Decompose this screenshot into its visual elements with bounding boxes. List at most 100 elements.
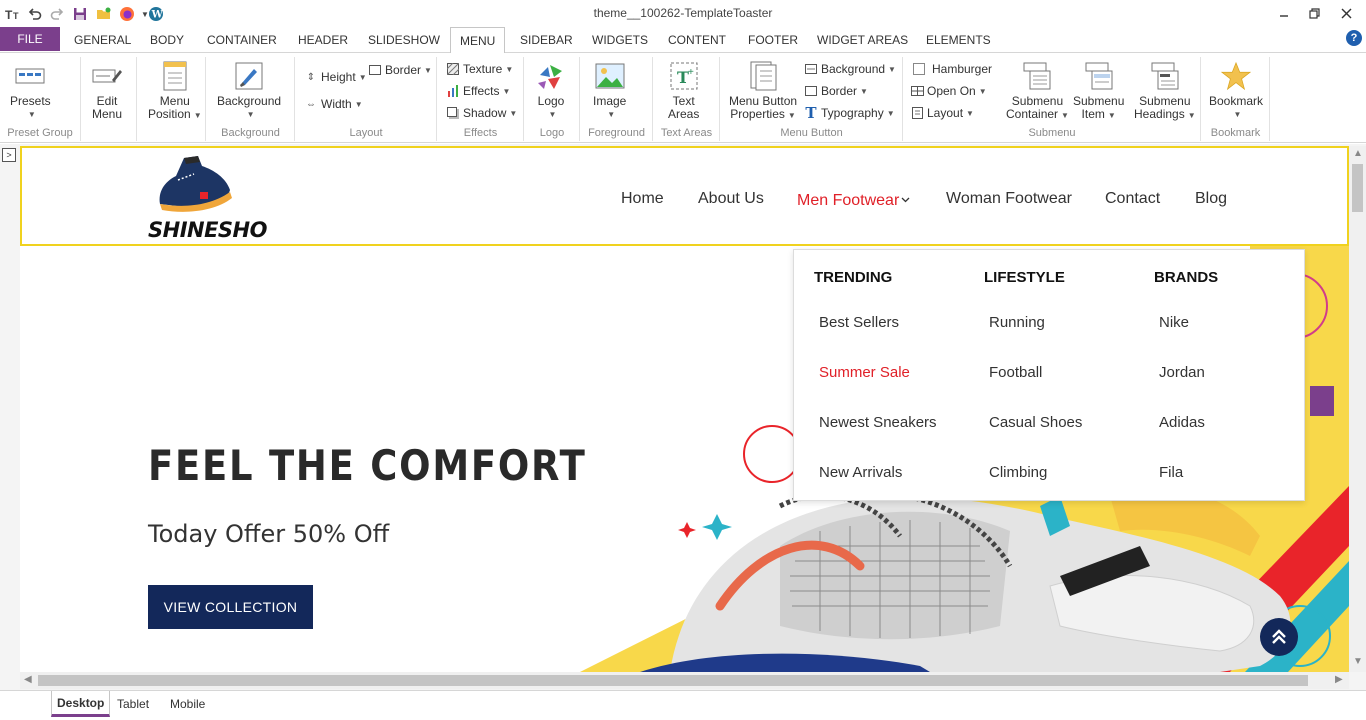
view-collection-button[interactable]: VIEW COLLECTION — [148, 585, 313, 629]
menu-button-background-button[interactable]: Background ▼ — [804, 62, 896, 76]
scroll-up-icon[interactable]: ▲ — [1353, 148, 1363, 159]
nav-men-footwear[interactable]: Men Footwear — [797, 190, 910, 210]
tab-widget-areas[interactable]: WIDGET AREAS — [808, 27, 917, 53]
scroll-down-icon[interactable]: ▼ — [1353, 656, 1363, 667]
border-icon — [368, 63, 382, 77]
group-submenu: Hamburger Open On ▼ Layout ▼ Submenu Conta… — [904, 57, 1201, 141]
tab-desktop-view[interactable]: Desktop — [51, 691, 111, 717]
mega-menu-item[interactable]: New Arrivals — [819, 464, 902, 481]
hero-subtitle: Today Offer 50% Off — [148, 520, 390, 548]
mega-menu-item[interactable]: Climbing — [989, 464, 1047, 481]
image-icon — [595, 61, 625, 91]
tab-general[interactable]: GENERAL — [65, 27, 140, 53]
tab-mobile-view[interactable]: Mobile — [165, 691, 210, 717]
firefox-icon[interactable] — [118, 5, 136, 23]
text-areas-icon: T + — [669, 61, 699, 91]
redo-icon[interactable] — [48, 5, 66, 23]
height-icon: ⇕ — [306, 71, 316, 83]
edit-menu-button[interactable]: Edit Menu — [92, 61, 122, 121]
panel-expand-icon[interactable]: > — [2, 148, 16, 162]
tab-content[interactable]: CONTENT — [659, 27, 735, 53]
edit-menu-label-2: Menu — [92, 107, 123, 121]
group-preset: Presets ▼ Preset Group — [0, 57, 81, 141]
submenu-container-button[interactable]: Submenu Container ▼ — [1006, 61, 1069, 122]
tab-container[interactable]: CONTAINER — [198, 27, 286, 53]
tab-slideshow[interactable]: SLIDESHOW — [359, 27, 449, 53]
save-icon[interactable] — [71, 5, 89, 23]
mega-menu-item[interactable]: Best Sellers — [819, 314, 899, 331]
scroll-left-icon[interactable]: ◀ — [24, 674, 32, 685]
menu-button-border-button[interactable]: Border ▼ — [804, 84, 868, 98]
mega-menu-item[interactable]: Running — [989, 314, 1045, 331]
star-icon — [1221, 61, 1252, 91]
nav-woman-footwear[interactable]: Woman Footwear — [946, 190, 1072, 208]
layout-icon — [910, 106, 924, 120]
dropdown-arrow-icon: ▼ — [548, 110, 557, 119]
group-label: Preset Group — [7, 127, 73, 139]
restore-icon[interactable] — [1300, 2, 1328, 24]
horizontal-scroll-thumb[interactable] — [38, 675, 1308, 686]
texture-icon — [446, 62, 460, 76]
minimize-icon[interactable] — [1270, 2, 1298, 24]
mega-menu-item[interactable]: Newest Sneakers — [819, 414, 937, 431]
submenu-container-icon — [1022, 61, 1052, 91]
texture-button[interactable]: Texture ▼ — [446, 62, 513, 76]
nav-about-us[interactable]: About Us — [698, 190, 764, 208]
border-button[interactable]: Border ▼ — [368, 63, 432, 77]
image-button[interactable]: Image ▼ — [593, 61, 626, 121]
tab-menu[interactable]: MENU — [450, 27, 506, 54]
menu-button-typography-button[interactable]: T Typography ▼ — [804, 104, 894, 122]
tab-header[interactable]: HEADER — [289, 27, 357, 53]
sneaker-logo-icon[interactable] — [154, 152, 234, 219]
text-size-icon[interactable]: TT — [4, 5, 22, 23]
vertical-scroll-thumb[interactable] — [1352, 164, 1363, 212]
width-button[interactable]: ⇔ Width ▼ — [304, 97, 363, 111]
logo-button[interactable]: Logo ▼ — [536, 61, 566, 121]
tab-body[interactable]: BODY — [141, 27, 193, 53]
menu-button-properties-button[interactable]: Menu Button Properties ▼ — [729, 61, 797, 122]
vertical-scrollbar[interactable]: ▲ ▼ — [1349, 146, 1366, 672]
menu-position-button[interactable]: Menu Position ▼ — [148, 61, 202, 122]
wordpress-icon[interactable]: W — [147, 5, 165, 23]
open-folder-icon[interactable] — [95, 5, 113, 23]
mega-menu-item[interactable]: Nike — [1159, 314, 1189, 331]
background-button[interactable]: Background ▼ — [217, 61, 281, 121]
tab-sidebar[interactable]: SIDEBAR — [511, 27, 582, 53]
site-header: SHINESHO Home About Us Men Footwear Woma… — [20, 146, 1349, 246]
shadow-button[interactable]: Shadow ▼ — [446, 106, 517, 120]
hamburger-checkbox[interactable]: Hamburger — [912, 62, 992, 76]
tab-tablet-view[interactable]: Tablet — [112, 691, 154, 717]
horizontal-scrollbar[interactable]: ◀ ▶ — [20, 672, 1349, 689]
submenu-item-button[interactable]: Submenu Item ▼ — [1073, 61, 1124, 122]
group-label: Bookmark — [1210, 127, 1261, 139]
help-icon[interactable]: ? — [1346, 30, 1362, 46]
submenu-layout-button[interactable]: Layout ▼ — [910, 106, 974, 120]
text-areas-button[interactable]: T + Text Areas — [668, 61, 699, 121]
tab-elements[interactable]: ELEMENTS — [917, 27, 1000, 53]
mega-menu-item[interactable]: Football — [989, 364, 1042, 381]
mega-menu-item[interactable]: Adidas — [1159, 414, 1205, 431]
mega-menu-item[interactable]: Summer Sale — [819, 364, 910, 381]
nav-blog[interactable]: Blog — [1195, 190, 1227, 208]
scroll-right-icon[interactable]: ▶ — [1335, 674, 1343, 685]
height-button[interactable]: ⇕ Height ▼ — [304, 70, 367, 84]
nav-home[interactable]: Home — [621, 190, 664, 208]
mega-menu-item[interactable]: Jordan — [1159, 364, 1205, 381]
close-icon[interactable] — [1332, 2, 1360, 24]
tab-widgets[interactable]: WIDGETS — [583, 27, 657, 53]
tab-file[interactable]: FILE — [0, 27, 60, 51]
menu-position-icon — [160, 61, 190, 91]
submenu-headings-button[interactable]: Submenu Headings ▼ — [1134, 61, 1196, 122]
presets-button[interactable]: Presets ▼ — [10, 61, 51, 121]
bookmark-button[interactable]: Bookmark ▼ — [1209, 61, 1263, 121]
effects-button[interactable]: Effects ▼ — [446, 84, 510, 98]
undo-icon[interactable] — [26, 5, 44, 23]
open-on-button[interactable]: Open On ▼ — [910, 84, 987, 98]
group-menu-button: Menu Button Properties ▼ Background ▼ Bord… — [721, 57, 903, 141]
mega-menu-item[interactable]: Fila — [1159, 464, 1183, 481]
scroll-to-top-icon[interactable] — [1260, 618, 1298, 656]
group-menu-position: Menu Position ▼ — [138, 57, 206, 141]
nav-contact[interactable]: Contact — [1105, 190, 1160, 208]
mega-menu-item[interactable]: Casual Shoes — [989, 414, 1082, 431]
tab-footer[interactable]: FOOTER — [739, 27, 807, 53]
